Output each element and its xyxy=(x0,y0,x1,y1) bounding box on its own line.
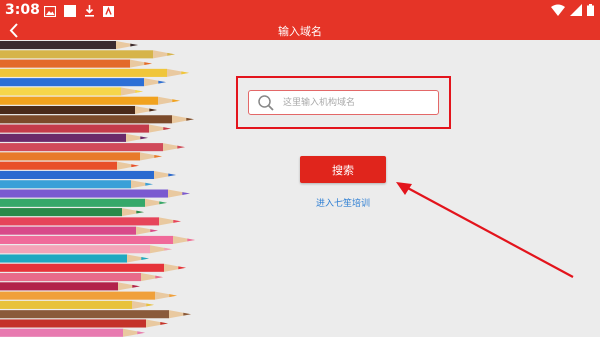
colored-pencils-image xyxy=(0,41,195,337)
domain-search-input[interactable] xyxy=(283,94,433,111)
enter-training-link[interactable]: 进入七笙培训 xyxy=(300,196,386,209)
signal-icon xyxy=(570,4,582,16)
download-icon xyxy=(85,5,94,17)
status-time: 3:08 xyxy=(5,2,40,18)
page-title: 输入域名 xyxy=(278,25,322,38)
notification-icons xyxy=(44,5,114,17)
system-icons xyxy=(551,4,594,16)
status-bar: 3:08 xyxy=(0,0,600,22)
search-icon xyxy=(258,95,274,111)
square-notification-icon xyxy=(64,5,76,17)
battery-icon xyxy=(587,4,594,16)
app-bar: 输入域名 xyxy=(0,22,600,40)
annotation-arrow xyxy=(396,182,574,278)
domain-search-field[interactable] xyxy=(248,90,439,115)
search-button[interactable]: 搜索 xyxy=(300,156,386,183)
app-notification-icon xyxy=(103,5,114,17)
image-icon xyxy=(44,5,56,17)
wifi-icon xyxy=(551,4,565,16)
